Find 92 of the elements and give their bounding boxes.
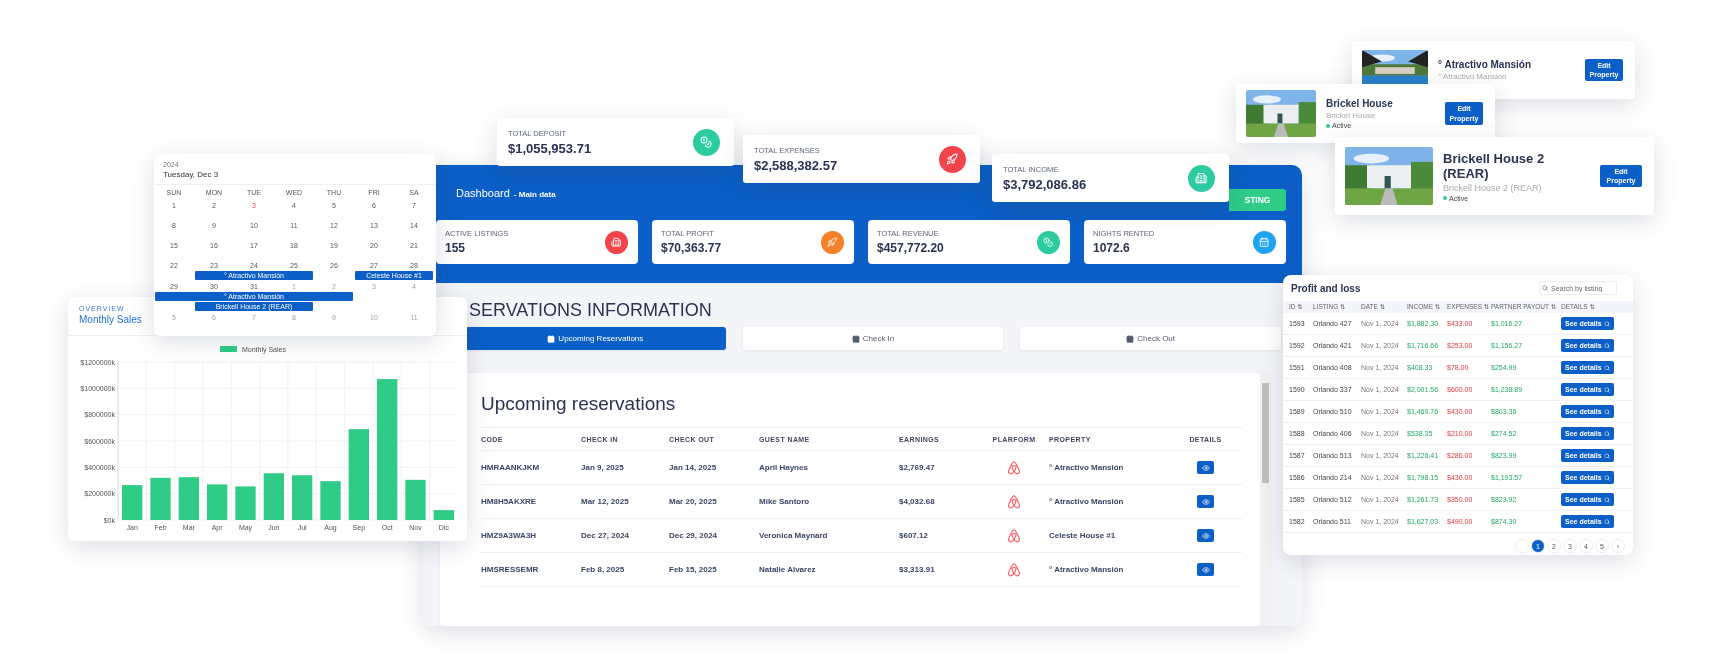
rocket-icon: [827, 236, 838, 248]
table-cell-text: Natalie Alvarez: [759, 565, 817, 574]
table-cell-text: Dec 27, 2024: [581, 531, 631, 540]
search-icon: [1603, 364, 1610, 371]
stat-value: $1,055,953.71: [508, 140, 592, 156]
status-dot: [1326, 123, 1330, 128]
table-cell-text: Dec 29, 2024: [669, 531, 719, 540]
rocket-icon: [946, 152, 959, 166]
view-button[interactable]: [1197, 529, 1214, 542]
search-icon: [1603, 452, 1610, 459]
building-icon: [1195, 171, 1208, 185]
search-icon: [1603, 474, 1610, 481]
sales-bar: [433, 510, 454, 520]
view-button[interactable]: [1197, 563, 1214, 576]
table-cell-text: Veronica Maynard: [759, 531, 829, 540]
card-title: Profit and loss: [1291, 282, 1361, 294]
stat-value: $2,588,382.57: [754, 157, 838, 173]
property-subtitle: ° Atractivo Mansión: [1438, 72, 1507, 81]
sales-bar: [320, 481, 341, 520]
building-icon: [611, 236, 622, 248]
table-cell-text: Mar 20, 2025: [669, 497, 718, 506]
property-subtitle: Brickel House: [1326, 111, 1376, 120]
chart-title: Monthly Sales: [79, 314, 142, 325]
coins-icon: [700, 135, 713, 149]
coins-icon: [1043, 236, 1054, 248]
stat-value: $70,363.77: [661, 241, 722, 255]
table-cell-text: Jan 9, 2025: [581, 463, 625, 472]
search-icon: [1603, 320, 1610, 327]
sales-bar: [122, 485, 143, 520]
search-icon: [1603, 518, 1610, 525]
sales-bar: [405, 479, 426, 520]
table-cell-text: HMRAANKJKM: [481, 463, 541, 472]
calendar-icon: [1259, 236, 1270, 248]
table-cell-text: $4,032.68: [899, 497, 936, 506]
property-name: Brickel House: [1326, 98, 1393, 109]
calendar-icon: [1126, 334, 1135, 343]
sales-bar: [235, 486, 256, 520]
table-cell-text: ° Atractivo Mansión: [1049, 565, 1125, 574]
calendar-date: Tuesday, Dec 3: [163, 170, 219, 179]
table-cell-text: Celeste House #1: [1049, 531, 1117, 540]
table-cell-text: Feb 8, 2025: [581, 565, 626, 574]
property-name: Brickell House 2 (REAR): [1443, 150, 1546, 181]
search-icon: [1603, 496, 1610, 503]
eye-icon: [1201, 531, 1210, 540]
airbnb-icon: [1007, 494, 1021, 509]
calendar-icon: [851, 334, 860, 343]
eye-icon: [1201, 565, 1210, 574]
scrollbar[interactable]: [1260, 373, 1270, 626]
search-icon: [1542, 285, 1548, 291]
dashboard-title: Dashboard - Main data: [456, 186, 556, 199]
stat-value: $3,792,086.86: [1003, 176, 1087, 192]
table-cell-text: ° Atractivo Mansión: [1049, 497, 1125, 506]
table-cell-text: $2,769.47: [899, 463, 936, 472]
table-cell-text: HM8H5AKXRE: [481, 497, 538, 506]
airbnb-icon: [1007, 460, 1021, 475]
table-cell-text: April Haynes: [759, 463, 809, 472]
table-cell-text: Mar 12, 2025: [581, 497, 630, 506]
sales-bar: [150, 477, 171, 520]
table-cell-text: ° Atractivo Mansión: [1049, 463, 1125, 472]
tab[interactable]: Check Out: [1020, 327, 1281, 350]
table-cell-text: Jan 14, 2025: [669, 463, 718, 472]
table-cell-text: HMSRESSEMR: [481, 565, 540, 574]
sales-bar: [207, 484, 228, 520]
tab[interactable]: Check In: [742, 327, 1004, 350]
section-title: SERVATIONS INFORMATION: [469, 301, 712, 319]
table-cell-text: $607.12: [899, 531, 929, 540]
property-subtitle: Brickell House 2 (REAR): [1443, 182, 1542, 193]
table-title: Upcoming reservations: [481, 393, 677, 416]
sales-bar: [263, 473, 284, 520]
stat-value: 155: [445, 241, 466, 255]
table-cell-text: HMZ9A3WA3H: [481, 531, 538, 540]
table-cell-text: Mike Santoro: [759, 497, 811, 506]
airbnb-icon: [1007, 562, 1021, 577]
table-cell-text: $3,313.91: [899, 565, 936, 574]
search-icon: [1603, 408, 1610, 415]
eye-icon: [1201, 463, 1210, 472]
table-cell-text: Feb 15, 2025: [669, 565, 718, 574]
status-dot: [1443, 196, 1447, 200]
stat-value: $457,772.20: [877, 241, 944, 255]
stat-value: 1072.6: [1093, 241, 1130, 255]
view-button[interactable]: [1197, 461, 1214, 474]
eye-icon: [1201, 497, 1210, 506]
view-button[interactable]: [1197, 495, 1214, 508]
search-icon: [1603, 342, 1610, 349]
property-name: ° Atractivo Mansión: [1438, 59, 1532, 70]
airbnb-icon: [1007, 528, 1021, 543]
search-icon: [1603, 430, 1610, 437]
sales-bar: [292, 475, 313, 520]
sales-bar: [178, 477, 199, 520]
search-icon: [1603, 386, 1610, 393]
calendar-icon: [547, 334, 556, 343]
tab[interactable]: Upcoming Reservations: [465, 327, 726, 350]
